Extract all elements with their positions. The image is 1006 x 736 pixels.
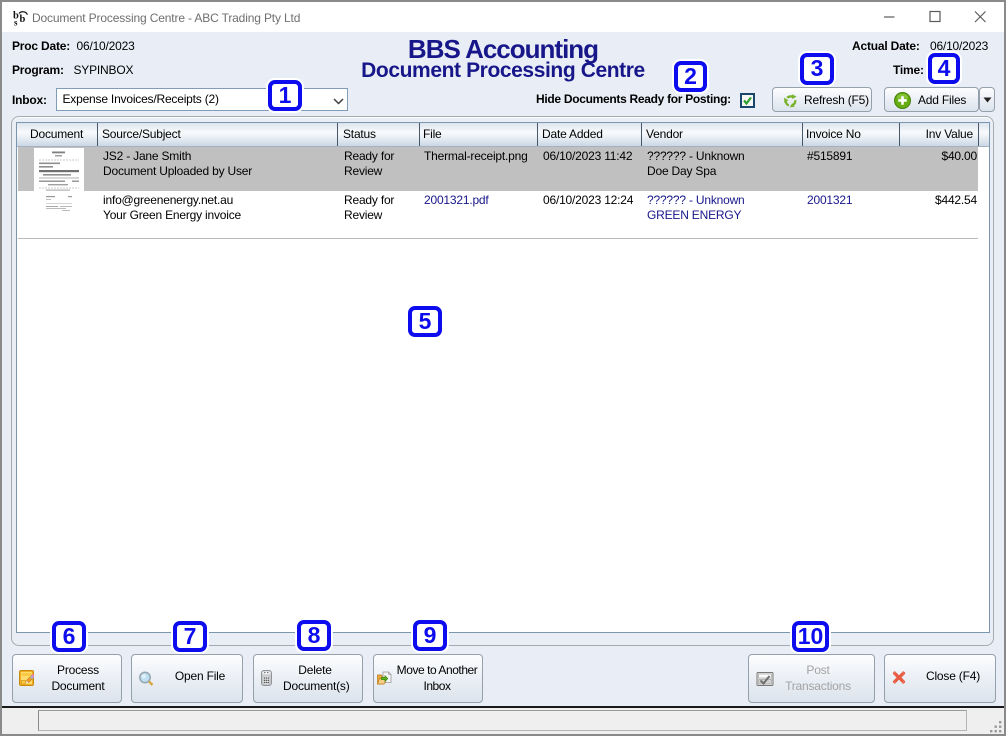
svg-text:b: b xyxy=(20,14,26,25)
svg-text:s: s xyxy=(14,18,18,27)
